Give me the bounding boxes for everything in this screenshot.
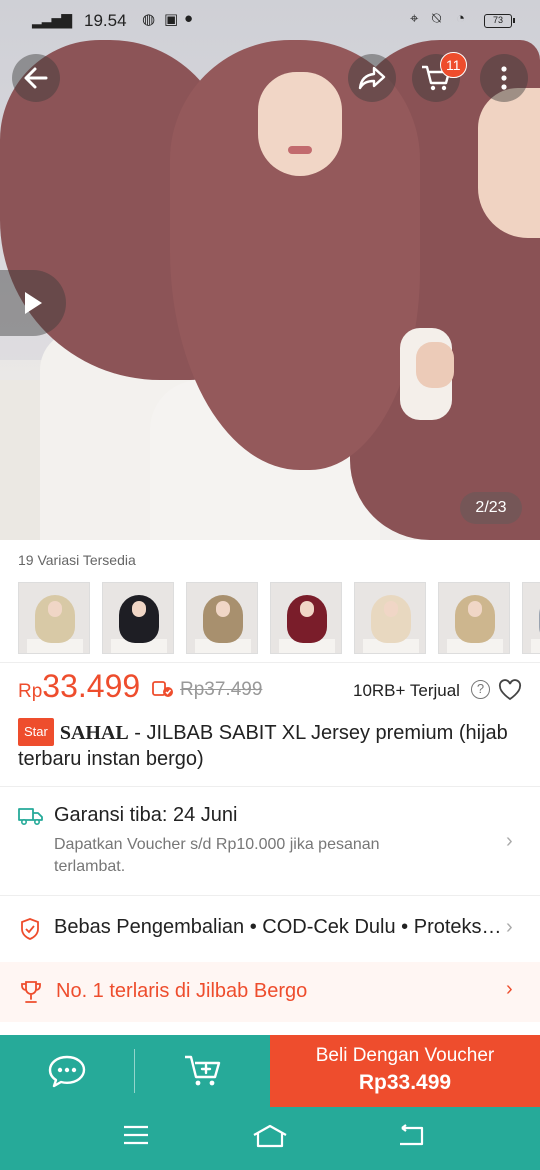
status-time: 19.54 [84,11,127,30]
truck-icon [18,808,43,826]
menu-icon[interactable] [122,1123,150,1147]
heart-icon[interactable] [498,679,522,701]
home-icon[interactable] [252,1123,288,1149]
divider [0,662,540,663]
more-vertical-icon [501,66,507,90]
model-lips [288,146,312,154]
brand-name: SAHAL [59,722,129,744]
share-button[interactable] [348,54,396,102]
signal-icon: ▂▃▅▇ [32,12,72,28]
price-amount: 33.499 [42,668,141,704]
shield-icon [21,918,39,940]
product-page: ▂▃▅▇ 19.54 ◍ ▣ ● ⌖ ⍉ ◔ 73 11 2/23 19 Var… [0,0,540,1170]
shipping-title: Garansi tiba: 24 Juni [54,804,238,826]
add-to-cart-button[interactable] [135,1035,270,1107]
current-price: Rp33.499 [18,668,140,705]
variant-thumbnail[interactable] [438,582,510,654]
variant-thumbnails [18,582,540,654]
divider [0,786,540,787]
variant-thumbnail[interactable] [522,582,540,654]
ranking-row[interactable]: No. 1 terlaris di Jilbab Bergo › [0,962,540,1022]
more-options-button[interactable] [480,54,528,102]
buy-with-voucher-button[interactable]: Beli Dengan Voucher Rp33.499 [270,1035,540,1107]
ranking-text: No. 1 terlaris di Jilbab Bergo [56,980,308,1002]
thumb-face [384,601,398,617]
model-face-right [478,88,540,238]
variant-thumbnail[interactable] [102,582,174,654]
model-face-center [258,72,342,176]
sold-count: 10RB+ Terjual [353,681,460,700]
original-price: Rp37.499 [180,679,263,700]
returns-text: Bebas Pengembalian • COD-Cek Dulu • Prot… [54,916,504,938]
arrow-left-icon [24,67,48,89]
bag-icon: ▣ [164,11,179,28]
whatsapp-icon: ◍ [142,11,156,28]
back-button[interactable] [12,54,60,102]
shipping-subtitle: Dapatkan Voucher s/d Rp10.000 jika pesan… [54,836,380,875]
star-badge: Star [18,718,54,746]
thumb-face [132,601,146,617]
image-counter: 2/23 [460,492,522,524]
product-title: Star SAHAL - JILBAB SABIT XL Jersey premi… [18,718,524,772]
location-icon: ⌖ [410,10,419,27]
play-icon [25,292,42,314]
chevron-right-icon: › [506,916,513,938]
help-icon[interactable]: ? [471,680,490,699]
variant-thumbnail[interactable] [354,582,426,654]
variant-thumbnail[interactable] [270,582,342,654]
thumb-face [300,601,314,617]
mute-icon: ⍉ [432,10,442,27]
message-icon: ● [184,10,194,27]
add-to-cart-icon [184,1055,220,1086]
thumb-face [216,601,230,617]
battery-icon: 73 [484,14,515,28]
chat-button[interactable] [0,1035,134,1107]
variant-thumbnail[interactable] [18,582,90,654]
variant-thumbnail[interactable] [186,582,258,654]
thumb-face [468,601,482,617]
coins-icon [152,681,173,697]
divider [0,895,540,896]
share-icon [358,66,386,90]
trophy-icon [21,981,41,1003]
cart-count-badge: 11 [440,52,467,78]
chevron-right-icon: › [506,978,513,1000]
system-navigation-bar [0,1107,540,1170]
thumb-face [48,601,62,617]
thumb-skirt [531,639,540,653]
buy-button-label: Beli Dengan Voucher [315,1045,495,1066]
shipping-guarantee-row[interactable]: Garansi tiba: 24 Juni Dapatkan Voucher s… [0,796,540,894]
play-video-button[interactable] [0,270,66,336]
wifi-icon: ◔ [456,10,466,27]
chat-icon [48,1055,86,1088]
variants-label: 19 Variasi Tersedia [18,552,136,568]
returns-row[interactable]: Bebas Pengembalian • COD-Cek Dulu • Prot… [0,904,540,954]
price-currency: Rp [18,681,43,702]
status-bar: ▂▃▅▇ 19.54 ◍ ▣ ● ⌖ ⍉ ◔ 73 [0,0,540,40]
chevron-right-icon: › [506,830,513,852]
model-hand [416,342,454,388]
buy-button-price: Rp33.499 [358,1071,452,1094]
bottom-action-bar: Beli Dengan Voucher Rp33.499 [0,1035,540,1107]
back-nav-icon[interactable] [396,1123,426,1147]
